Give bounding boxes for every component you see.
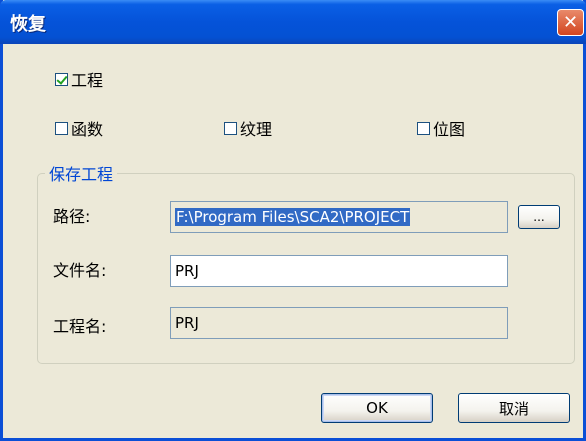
- bitmap-checkbox-row[interactable]: 位图: [417, 116, 465, 140]
- function-checkbox-label: 函数: [71, 120, 104, 139]
- projectname-field[interactable]: PRJ: [170, 307, 508, 339]
- filename-label: 文件名:: [53, 261, 107, 280]
- project-checkbox-row[interactable]: 工程: [55, 67, 103, 91]
- filename-field[interactable]: PRJ: [170, 255, 508, 287]
- texture-checkbox-label: 纹理: [240, 120, 273, 139]
- browse-button-label: ...: [533, 210, 545, 224]
- projectname-value: PRJ: [175, 314, 199, 332]
- save-project-group-title: 保存工程: [45, 161, 118, 185]
- bitmap-checkbox-label: 位图: [433, 120, 466, 139]
- close-button[interactable]: ✕: [557, 9, 584, 36]
- texture-checkbox-row[interactable]: 纹理: [224, 116, 272, 140]
- path-label: 路径:: [53, 207, 91, 226]
- project-checkbox-label: 工程: [71, 71, 104, 90]
- title-bar[interactable]: 恢复 ✕: [0, 0, 586, 44]
- cancel-button-label: 取消: [498, 399, 529, 418]
- path-field[interactable]: F:\Program Files\SCA2\PROJECT: [170, 201, 508, 233]
- browse-button[interactable]: ...: [518, 205, 560, 229]
- bitmap-checkbox[interactable]: [417, 121, 430, 135]
- function-checkbox[interactable]: [55, 121, 68, 135]
- ok-button[interactable]: OK: [321, 393, 433, 423]
- function-checkbox-row[interactable]: 函数: [55, 116, 103, 140]
- path-value: F:\Program Files\SCA2\PROJECT: [175, 208, 411, 226]
- window-title: 恢复: [10, 14, 46, 35]
- ok-button-label: OK: [366, 399, 388, 417]
- projectname-label: 工程名:: [53, 317, 107, 336]
- texture-checkbox[interactable]: [224, 121, 237, 135]
- filename-value: PRJ: [175, 262, 199, 280]
- restore-dialog: 恢复 ✕ 工程 函数 纹理 位图 保存工程 路径: F:\Program Fil…: [0, 0, 586, 441]
- close-icon: ✕: [562, 12, 579, 33]
- project-checkbox[interactable]: [55, 72, 68, 86]
- cancel-button[interactable]: 取消: [458, 393, 570, 423]
